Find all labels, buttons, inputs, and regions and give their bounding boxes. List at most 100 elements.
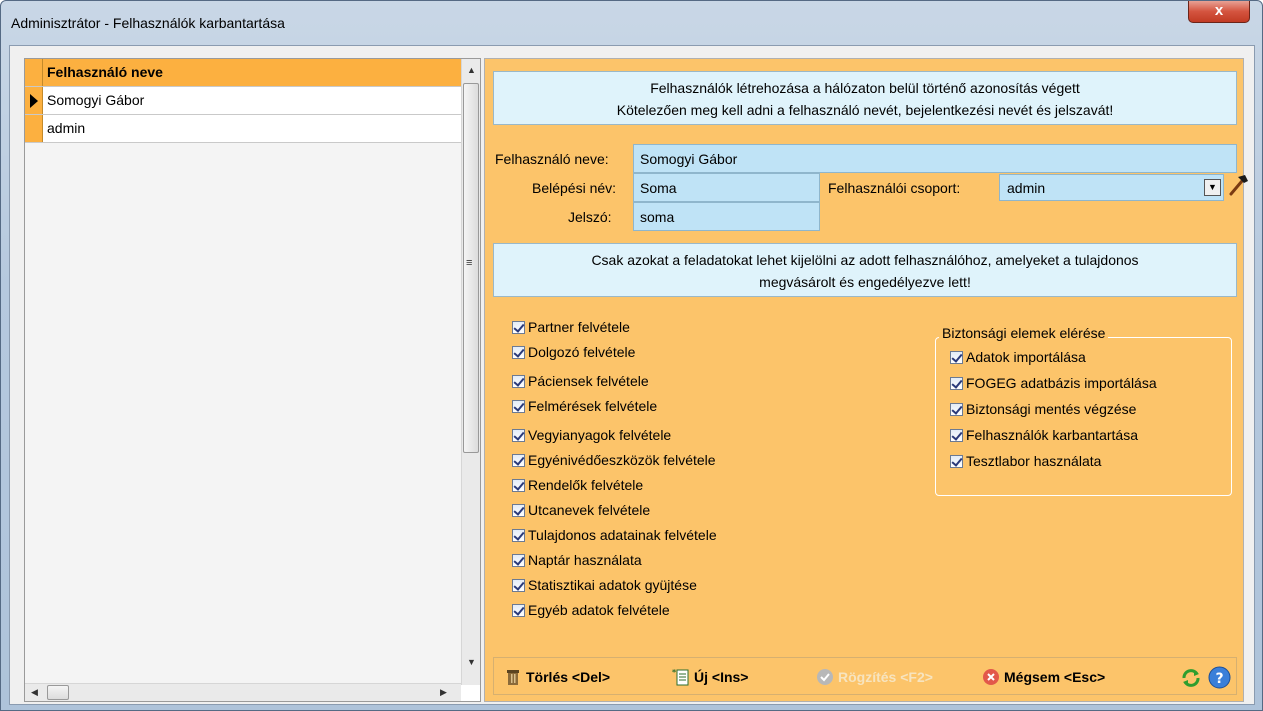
hammer-icon[interactable] xyxy=(1228,172,1250,198)
vertical-scrollbar[interactable]: ▲ ≡ ▼ xyxy=(461,59,480,685)
table-row[interactable]: Somogyi Gábor xyxy=(25,87,461,115)
window-title: Adminisztrátor - Felhasználók karbantart… xyxy=(11,15,285,31)
info-box-permissions: Csak azokat a feladatokat lehet kijelöln… xyxy=(493,243,1237,297)
close-button[interactable]: x xyxy=(1188,1,1250,23)
delete-button-label: Törlés <Del> xyxy=(526,669,611,685)
task-checkbox-label: Rendelők felvétele xyxy=(528,477,644,493)
task-checkbox-egyenivedoeszkozok[interactable]: Egyénivédőeszközök felvétele xyxy=(512,452,716,472)
checkbox-checked-icon xyxy=(950,455,963,468)
trash-icon xyxy=(507,670,519,685)
user-grid: Felhasználó neve Somogyi Gábor admin ▲ ≡… xyxy=(24,58,481,702)
security-checkbox-label: Adatok importálása xyxy=(966,349,1086,365)
task-checkbox-label: Páciensek felvétele xyxy=(528,373,649,389)
title-bar: Adminisztrátor - Felhasználók karbantart… xyxy=(1,1,1262,45)
svg-text:*: * xyxy=(672,668,677,677)
column-header-name: Felhasználó neve xyxy=(47,64,163,80)
scroll-up-icon[interactable]: ▲ xyxy=(467,65,476,75)
info-top-line-2: Kötelezően meg kell adni a felhasználó n… xyxy=(616,102,1114,118)
task-checkbox-vegyianyagok[interactable]: Vegyianyagok felvétele xyxy=(512,427,671,447)
checkbox-checked-icon xyxy=(512,479,525,492)
row-name-cell: Somogyi Gábor xyxy=(47,92,145,108)
scroll-right-icon[interactable]: ▶ xyxy=(440,687,447,698)
checkbox-checked-icon xyxy=(950,377,963,390)
task-checkbox-felmeresek[interactable]: Felmérések felvétele xyxy=(512,398,657,418)
security-checkbox-label: Tesztlabor használata xyxy=(966,453,1102,469)
task-checkbox-label: Egyénivédőeszközök felvétele xyxy=(528,452,716,468)
task-checkbox-label: Egyéb adatok felvétele xyxy=(528,602,670,618)
task-checkbox-statisztika[interactable]: Statisztikai adatok gyüjtése xyxy=(512,577,697,597)
new-button-label: Új <Ins> xyxy=(694,669,749,685)
checkbox-checked-icon xyxy=(950,403,963,416)
checkbox-checked-icon xyxy=(950,351,963,364)
app-window: Adminisztrátor - Felhasználók karbantart… xyxy=(0,0,1263,711)
new-button[interactable]: * Új <Ins> xyxy=(672,668,748,686)
checkbox-checked-icon xyxy=(512,429,525,442)
checkbox-checked-icon xyxy=(512,346,525,359)
cancel-button-label: Mégsem <Esc> xyxy=(1004,669,1106,685)
task-checkbox-label: Utcanevek felvétele xyxy=(528,502,651,518)
horizontal-scroll-thumb[interactable] xyxy=(47,685,69,700)
row-indicator xyxy=(25,115,43,142)
task-checkbox-partner[interactable]: Partner felvétele xyxy=(512,319,630,339)
security-checkbox-fogeg[interactable]: FOGEG adatbázis importálása xyxy=(950,375,1157,395)
security-checkbox-users[interactable]: Felhasználók karbantartása xyxy=(950,427,1138,447)
cancel-icon xyxy=(983,669,999,685)
new-document-icon: * xyxy=(672,668,689,686)
task-checkbox-egyeb[interactable]: Egyéb adatok felvétele xyxy=(512,602,670,622)
task-checkbox-label: Felmérések felvétele xyxy=(528,398,658,414)
task-checkbox-paciensek[interactable]: Páciensek felvétele xyxy=(512,373,649,393)
task-checkbox-label: Dolgozó felvétele xyxy=(528,344,636,360)
password-field[interactable]: soma xyxy=(633,202,820,231)
row-indicator xyxy=(25,59,43,86)
user-group-select[interactable]: admin ▼ xyxy=(999,174,1224,201)
grid-header[interactable]: Felhasználó neve xyxy=(25,59,461,87)
login-name-label: Belépési név: xyxy=(532,180,617,196)
user-detail-panel: Felhasználók létrehozása a hálózaton bel… xyxy=(484,58,1248,702)
checkbox-checked-icon xyxy=(512,400,525,413)
chevron-down-icon[interactable]: ▼ xyxy=(1204,179,1221,196)
info-mid-line-1: Csak azokat a feladatokat lehet kijelöln… xyxy=(591,252,1139,268)
task-checkbox-naptar[interactable]: Naptár használata xyxy=(512,552,642,572)
save-button[interactable]: Rögzítés <F2> xyxy=(816,668,933,686)
svg-text:?: ? xyxy=(1216,671,1224,687)
password-label: Jelszó: xyxy=(568,209,612,225)
checkbox-checked-icon xyxy=(950,429,963,442)
task-checkbox-utcanevek[interactable]: Utcanevek felvétele xyxy=(512,502,650,522)
checkbox-checked-icon xyxy=(512,554,525,567)
row-name-cell: admin xyxy=(47,120,86,136)
task-checkbox-label: Naptár használata xyxy=(528,552,642,568)
action-toolbar: Törlés <Del> * Új <Ins> Rögzítés <F2> Még… xyxy=(493,657,1237,695)
task-checkbox-rendelok[interactable]: Rendelők felvétele xyxy=(512,477,643,497)
task-checkbox-tulajdonos[interactable]: Tulajdonos adatainak felvétele xyxy=(512,527,717,547)
checkmark-icon xyxy=(817,669,833,685)
checkbox-checked-icon xyxy=(512,529,525,542)
cancel-button[interactable]: Mégsem <Esc> xyxy=(982,668,1105,686)
table-row[interactable]: admin xyxy=(25,115,461,143)
scroll-down-icon[interactable]: ▼ xyxy=(467,657,476,667)
user-name-field[interactable]: Somogyi Gábor xyxy=(633,144,1237,173)
help-icon[interactable]: ? xyxy=(1208,666,1231,689)
task-checkbox-label: Partner felvétele xyxy=(528,319,630,335)
horizontal-scrollbar[interactable]: ◀ ▶ xyxy=(25,683,461,701)
info-box-top: Felhasználók létrehozása a hálózaton bel… xyxy=(493,71,1237,125)
task-checkbox-dolgozo[interactable]: Dolgozó felvétele xyxy=(512,344,635,364)
current-row-arrow-icon xyxy=(30,94,38,108)
refresh-icon[interactable] xyxy=(1180,667,1202,689)
info-mid-line-2: megvásárolt és engedélyezve lett! xyxy=(759,274,971,290)
security-checkbox-testlab[interactable]: Tesztlabor használata xyxy=(950,453,1101,473)
info-top-line-1: Felhasználók létrehozása a hálózaton bel… xyxy=(650,80,1080,96)
login-name-field[interactable]: Soma xyxy=(633,173,820,202)
security-checkbox-import[interactable]: Adatok importálása xyxy=(950,349,1086,369)
checkbox-checked-icon xyxy=(512,579,525,592)
checkbox-checked-icon xyxy=(512,504,525,517)
security-checkbox-label: Biztonsági mentés végzése xyxy=(966,401,1137,417)
security-checkbox-backup[interactable]: Biztonsági mentés végzése xyxy=(950,401,1136,421)
security-group-title: Biztonsági elemek elérése xyxy=(939,325,1109,341)
task-checkbox-label: Vegyianyagok felvétele xyxy=(528,427,672,443)
delete-button[interactable]: Törlés <Del> xyxy=(504,668,610,686)
scroll-left-icon[interactable]: ◀ xyxy=(31,687,38,698)
grid-body: Felhasználó neve Somogyi Gábor admin xyxy=(25,59,461,685)
grip-icon: ≡ xyxy=(466,257,473,269)
window-client-area: Felhasználó neve Somogyi Gábor admin ▲ ≡… xyxy=(9,45,1255,705)
save-button-label: Rögzítés <F2> xyxy=(838,669,933,685)
